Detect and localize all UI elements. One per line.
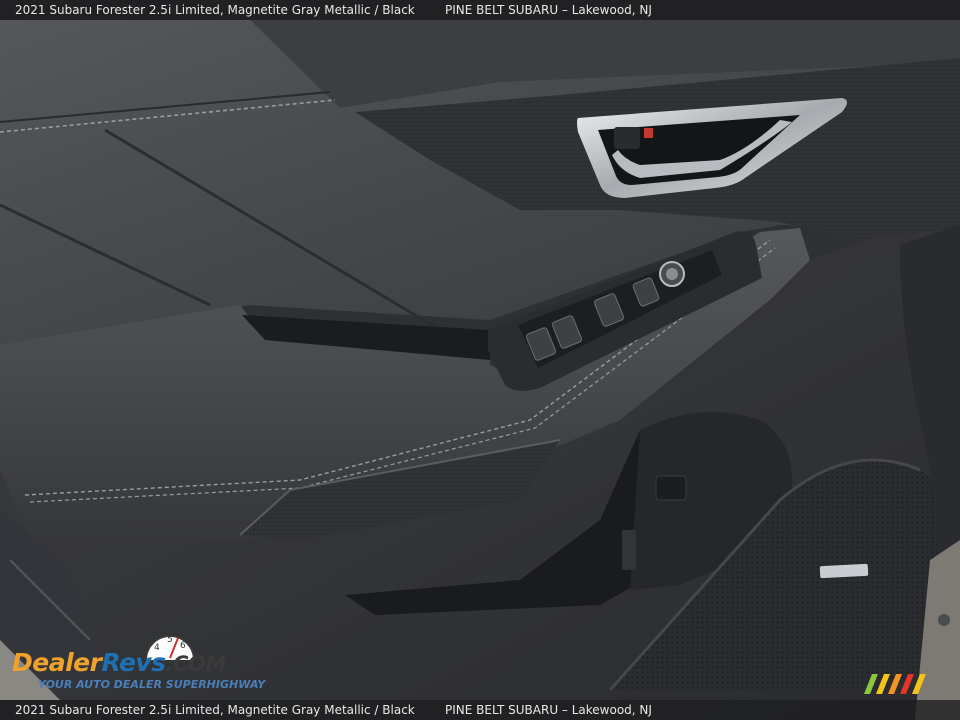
watermark-tagline: YOUR AUTO DEALER SUPERHIGHWAY xyxy=(38,678,266,691)
caption-bar-top: 2021 Subaru Forester 2.5i Limited, Magne… xyxy=(0,0,960,20)
caption-dealer-bottom: PINE BELT SUBARU – Lakewood, NJ xyxy=(445,703,652,717)
watermark-brand: DealerRevs.COM xyxy=(12,648,226,677)
caption-vehicle: 2021 Subaru Forester 2.5i Limited, Magne… xyxy=(15,3,415,17)
brand-dealer: Dealer xyxy=(12,648,102,677)
dealerrevs-watermark: 4 5 6 DealerRevs.COM YOUR AUTO DEALER SU… xyxy=(12,624,267,696)
stripes-logo-icon xyxy=(864,674,926,694)
caption-vehicle-bottom: 2021 Subaru Forester 2.5i Limited, Magne… xyxy=(15,703,415,717)
svg-text:5: 5 xyxy=(167,635,173,645)
photo-stage: 2021 Subaru Forester 2.5i Limited, Magne… xyxy=(0,0,960,720)
door-panel-photo xyxy=(0,0,960,720)
brand-revs: Revs xyxy=(101,648,166,677)
caption-dealer: PINE BELT SUBARU – Lakewood, NJ xyxy=(445,3,652,17)
brand-com: .COM xyxy=(165,652,227,676)
caption-bar-bottom: 2021 Subaru Forester 2.5i Limited, Magne… xyxy=(0,700,960,720)
